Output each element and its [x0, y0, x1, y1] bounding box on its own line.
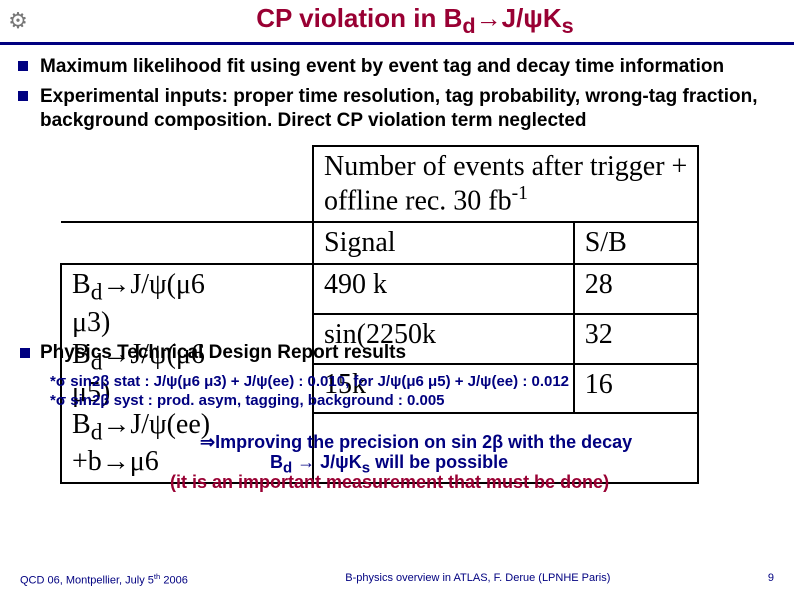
r1-signal: 490 k — [313, 264, 574, 314]
hdr-line1: Number of events after trigger + — [324, 151, 687, 182]
col-sb: S/B — [574, 222, 699, 264]
footer: QCD 06, Montpellier, July 5th 2006 B-phy… — [0, 572, 794, 587]
footer-mid: B-physics overview in ATLAS, F. Derue (L… — [345, 572, 610, 587]
bullet-text-2: Experimental inputs: proper time resolut… — [40, 85, 776, 133]
bullet-icon — [18, 91, 28, 101]
r1-sb: 28 — [574, 264, 699, 314]
slide-title: CP violation in Bd→J/ψKs — [36, 3, 794, 39]
footer-right: 9 — [768, 572, 774, 587]
stat-line-2: *σ sin2β syst : prod. asym, tagging, bac… — [40, 392, 445, 410]
bd-text: Bd → J/ψKs will be possible — [270, 452, 508, 472]
improve-text: ⇒Improving the precision on sin 2β with … — [200, 432, 632, 452]
table-empty-cell — [61, 222, 313, 264]
hdr-sup: -1 — [512, 183, 528, 204]
physics-results-line: Physics Technical Design Report results — [40, 342, 406, 364]
bullet-icon — [18, 61, 28, 71]
title-bar: ⚙ CP violation in Bd→J/ψKs — [0, 0, 794, 45]
col-signal: Signal — [313, 222, 574, 264]
it-text: (it is an important measurement that mus… — [170, 472, 609, 492]
content-area: Maximum likelihood fit using event by ev… — [0, 45, 794, 132]
it-line: (it is an important measurement that mus… — [40, 472, 609, 493]
atlas-logo-icon: ⚙ — [0, 1, 36, 41]
bullet-text-1: Maximum likelihood fit using event by ev… — [40, 55, 776, 79]
stat-line-1: *σ sin2β stat : J/ψ(μ6 μ3) + J/ψ(ee) : 0… — [40, 373, 569, 391]
table-header-main: Number of events after trigger + offline… — [313, 146, 698, 222]
physics-text: Physics Technical Design Report results — [40, 342, 406, 363]
bullet-icon — [20, 348, 30, 358]
hdr-line2: offline rec. 30 fb — [324, 185, 512, 216]
bullet-item-2: Experimental inputs: proper time resolut… — [40, 85, 776, 133]
stat-text-1: *σ sin2β stat : J/ψ(μ6 μ3) + J/ψ(ee) : 0… — [50, 373, 569, 390]
r3-sb: 16 — [574, 364, 699, 414]
footer-left: QCD 06, Montpellier, July 5th 2006 — [20, 572, 188, 587]
table-empty-cell — [61, 146, 313, 222]
stat-text-2: *σ sin2β syst : prod. asym, tagging, bac… — [50, 392, 445, 409]
improve-line: ⇒Improving the precision on sin 2β with … — [40, 432, 632, 453]
bullet-item-1: Maximum likelihood fit using event by ev… — [40, 55, 776, 79]
r2-sb: 32 — [574, 314, 699, 364]
